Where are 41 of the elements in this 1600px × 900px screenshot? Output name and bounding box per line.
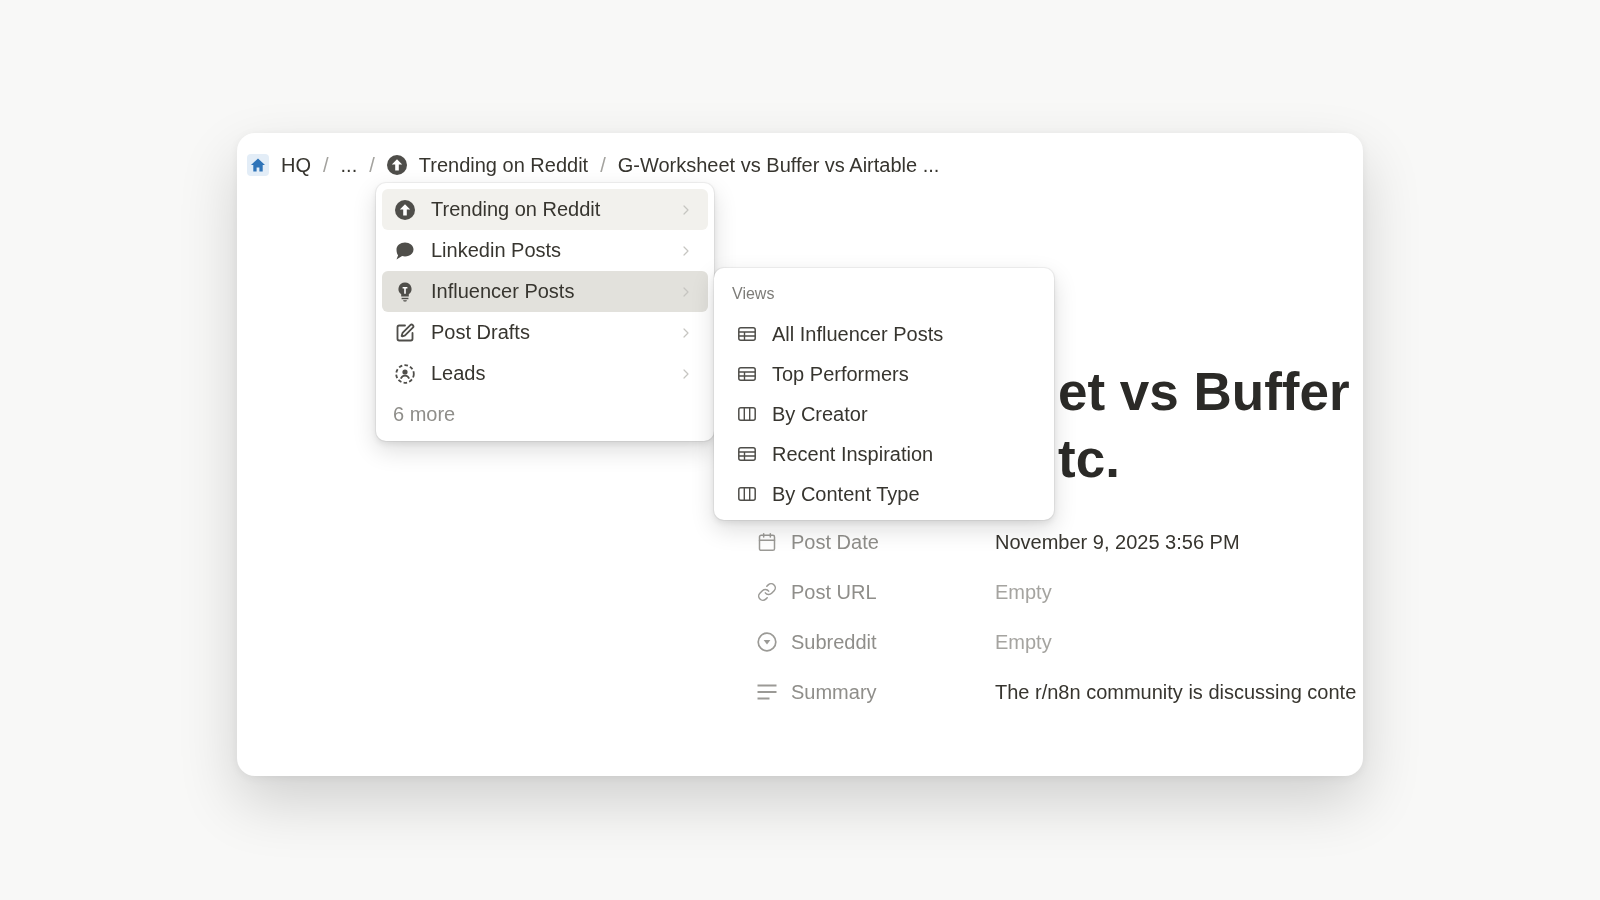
menu-item[interactable]: Trending on Reddit <box>382 189 708 230</box>
submenu-item[interactable]: Recent Inspiration <box>720 434 1048 474</box>
property-label: Post URL <box>791 580 877 604</box>
arrow-up-circle-icon <box>386 155 407 175</box>
edit-icon <box>395 322 415 343</box>
table-icon <box>738 367 756 381</box>
page-title: et vs Buffer tc. <box>1058 361 1350 490</box>
submenu-item[interactable]: By Content Type <box>720 474 1048 514</box>
table-icon <box>738 447 756 461</box>
lightbulb-icon <box>395 281 415 302</box>
menu-item[interactable]: Influencer Posts <box>382 271 708 312</box>
breadcrumb-link[interactable]: Trending on Reddit <box>386 150 589 180</box>
submenu-item[interactable]: Top Performers <box>720 354 1048 394</box>
home-icon <box>247 154 269 176</box>
table-icon <box>738 327 756 341</box>
breadcrumb-link[interactable]: HQ <box>247 150 311 180</box>
breadcrumb-separator: / <box>600 153 606 177</box>
link-icon <box>757 582 777 602</box>
submenu-heading: Views <box>731 284 776 304</box>
property-label: Post Date <box>791 530 879 554</box>
property-label: Subreddit <box>791 630 877 654</box>
breadcrumb-separator: / <box>369 153 375 177</box>
breadcrumb-ellipsis[interactable]: ... <box>340 150 358 180</box>
menu-item[interactable]: Post Drafts <box>382 312 708 353</box>
property-label: Summary <box>791 680 877 704</box>
submenu-item[interactable]: All Influencer Posts <box>720 314 1048 354</box>
board-icon <box>738 407 756 421</box>
dropdown-circle-icon <box>757 632 777 652</box>
submenu-item[interactable]: By Creator <box>720 394 1048 434</box>
text-lines-icon <box>757 684 777 700</box>
property-value[interactable]: The r/n8n community is discussing conte <box>995 680 1357 704</box>
property-value[interactable]: November 9, 2025 3:56 PM <box>995 530 1240 554</box>
menu-item[interactable]: Leads <box>382 353 708 394</box>
breadcrumb-separator: / <box>323 153 329 177</box>
user-circle-icon <box>395 363 415 384</box>
calendar-icon <box>757 532 777 552</box>
breadcrumb-link[interactable]: G-Worksheet vs Buffer vs Airtable ... <box>617 150 940 180</box>
board-icon <box>738 487 756 501</box>
menu-item[interactable]: Linkedin Posts <box>382 230 708 271</box>
arrow-up-circle-icon <box>395 199 415 220</box>
speech-bubble-icon <box>395 240 415 261</box>
